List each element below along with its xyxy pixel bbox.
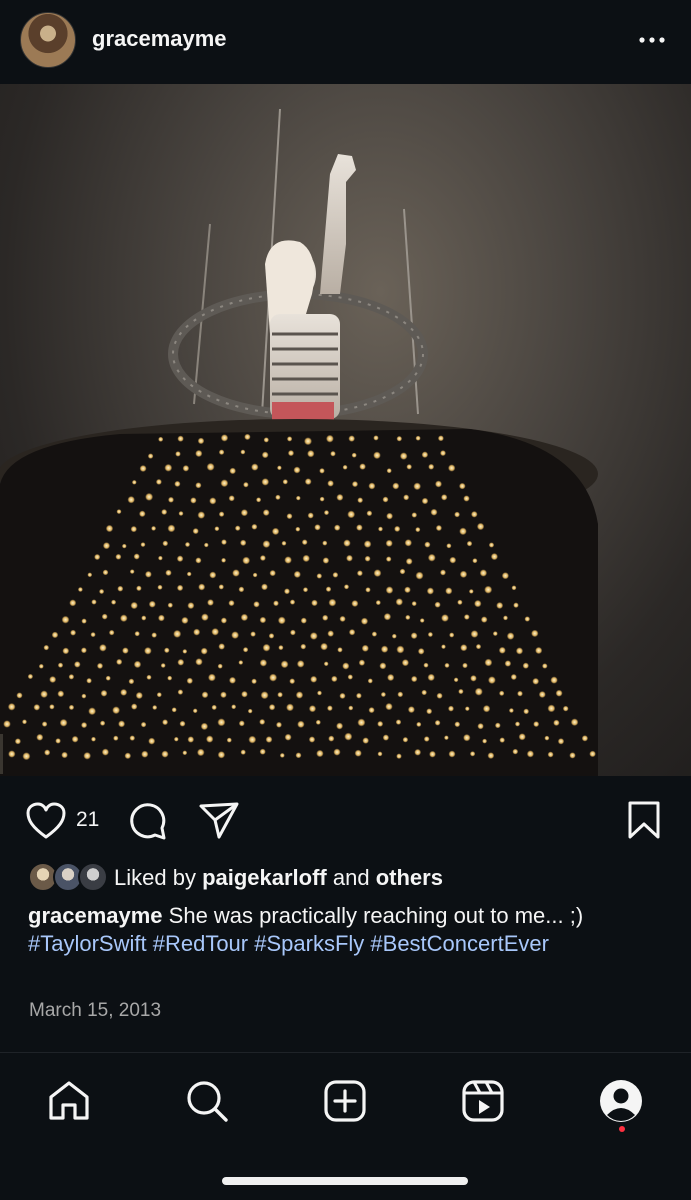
liker-avatar <box>78 862 108 892</box>
search-icon[interactable] <box>183 1077 231 1125</box>
notification-dot <box>619 1126 625 1132</box>
reels-icon[interactable] <box>459 1077 507 1125</box>
liked-by-user[interactable]: paigekarloff <box>202 865 327 890</box>
create-icon[interactable] <box>321 1077 369 1125</box>
liked-by-others[interactable]: others <box>376 865 443 890</box>
hashtag[interactable]: #BestConcertEver <box>370 931 549 956</box>
caption-text: She was practically reaching out to me..… <box>162 903 584 928</box>
bookmark-icon[interactable] <box>626 800 662 840</box>
post-header: gracemayme <box>0 0 691 84</box>
hashtag[interactable]: #SparksFly <box>254 931 364 956</box>
like-count[interactable]: 21 <box>76 808 99 832</box>
hashtag[interactable]: #RedTour <box>153 931 248 956</box>
avatar[interactable] <box>20 12 76 68</box>
heart-icon[interactable] <box>26 802 66 840</box>
liked-by-text: Liked by paigekarloff and others <box>114 865 443 890</box>
action-bar <box>0 776 691 866</box>
home-icon[interactable] <box>45 1077 93 1125</box>
liked-by-row[interactable]: Liked by paigekarloff and others <box>28 862 668 894</box>
post-username[interactable]: gracemayme <box>92 26 227 52</box>
caption-username[interactable]: gracemayme <box>28 903 163 928</box>
send-icon[interactable] <box>198 800 240 840</box>
post-photo[interactable] <box>0 84 691 776</box>
post-caption: gracemayme She was practically reaching … <box>28 902 658 958</box>
profile-icon[interactable] <box>597 1077 645 1125</box>
hashtag[interactable]: #TaylorSwift <box>28 931 147 956</box>
more-horizontal-icon[interactable] <box>636 28 668 52</box>
post-date: March 15, 2013 <box>29 1000 162 1021</box>
performer-figure <box>265 154 356 420</box>
comment-icon[interactable] <box>128 801 168 841</box>
home-indicator[interactable] <box>222 1177 468 1185</box>
